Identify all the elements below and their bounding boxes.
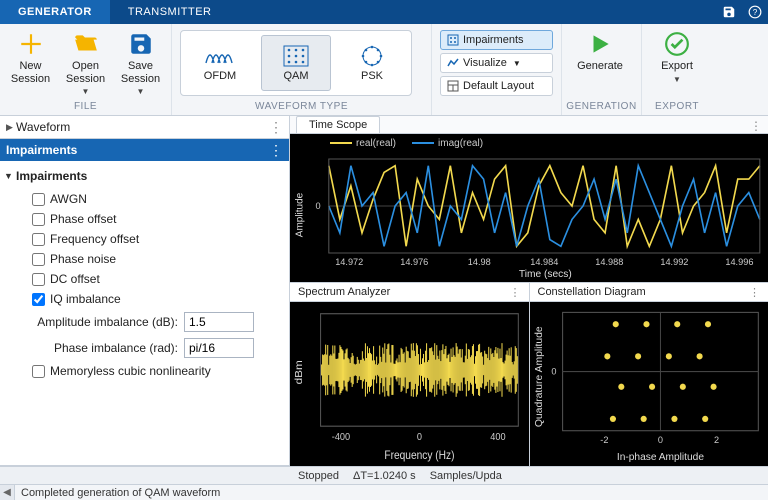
visualize-button[interactable]: Visualize▼ [440,53,553,73]
svg-text:14.984: 14.984 [530,257,558,267]
plus-icon [17,30,45,58]
svg-text:dBm: dBm [294,360,305,384]
waveform-accordion-header[interactable]: ▶ Waveform ⋮ [0,116,289,138]
iq-imbalance-checkbox[interactable]: IQ imbalance [4,289,285,309]
save-session-button[interactable]: Save Session ▼ [118,28,163,98]
open-session-button[interactable]: Open Session ▼ [63,28,108,98]
constellation-header: Constellation Diagram⋮ [530,282,768,302]
waveform-psk-button[interactable]: PSK [337,35,407,91]
frequency-offset-checkbox[interactable]: Frequency offset [4,229,285,249]
chevron-down-icon: ▼ [4,171,16,181]
waveform-ofdm-button[interactable]: OFDM [185,35,255,91]
kebab-icon[interactable]: ⋮ [749,286,760,299]
svg-text:Quadrature Amplitude: Quadrature Amplitude [534,326,545,427]
svg-text:Frequency (Hz): Frequency (Hz) [384,449,454,462]
footer-bar: ◀ Completed generation of QAM waveform [0,484,768,500]
svg-text:-400: -400 [332,432,351,444]
impairments-accordion-header[interactable]: Impairments ⋮ [0,139,289,161]
tab-generator[interactable]: GENERATOR [0,0,110,24]
svg-text:0: 0 [316,201,321,211]
export-button[interactable]: Export▼ [650,28,704,85]
status-stopped: Stopped [298,470,339,482]
amp-imbalance-label: Amplitude imbalance (dB): [32,315,178,329]
svg-text:14.996: 14.996 [725,257,753,267]
layout-icon [447,80,459,92]
chevron-down-icon: ▼ [513,59,521,68]
qam-icon [283,45,309,67]
ofdm-icon [205,45,235,67]
tab-transmitter[interactable]: TRANSMITTER [110,0,230,24]
check-circle-icon [663,30,691,58]
constellation-plot: Quadrature Amplitude 0 -2 0 2 In-phase A… [530,302,768,466]
svg-text:14.988: 14.988 [595,257,623,267]
play-icon [586,30,614,58]
footer-message: Completed generation of QAM waveform [14,485,768,500]
floppy-icon [127,30,155,58]
collapse-handle[interactable]: ◀ [0,487,14,498]
time-scope-plot: real(real) imag(real) Amplitude 0 14.972… [290,134,768,282]
main-area: ▶ Waveform ⋮ Impairments ⋮ ▼ Impairments… [0,116,768,466]
svg-text:0: 0 [417,432,423,444]
legend-imag: imag(real) [438,138,483,149]
awgn-checkbox[interactable]: AWGN [4,189,285,209]
group-label-export: EXPORT [642,101,712,115]
impairments-icon [447,34,459,46]
kebab-icon[interactable]: ⋮ [269,120,283,134]
waveform-type-box: OFDM QAM PSK [180,30,412,96]
generate-button[interactable]: Generate [570,28,630,73]
memoryless-checkbox[interactable]: Memoryless cubic nonlinearity [4,361,285,381]
group-label-file: FILE [0,101,171,115]
svg-text:0: 0 [657,435,662,445]
svg-text:14.98: 14.98 [468,257,491,267]
svg-text:14.992: 14.992 [660,257,688,267]
svg-text:In-phase Amplitude: In-phase Amplitude [616,452,703,463]
phase-noise-checkbox[interactable]: Phase noise [4,249,285,269]
right-panel: Time Scope ⋮ real(real) imag(real) Ampli… [290,116,768,466]
svg-text:400: 400 [490,432,506,444]
kebab-icon[interactable]: ⋮ [269,143,283,157]
folder-open-icon [72,30,100,58]
time-scope-tab[interactable]: Time Scope [296,116,380,133]
impairments-subheader[interactable]: ▼ Impairments [4,167,285,189]
waveform-qam-button[interactable]: QAM [261,35,331,91]
chevron-down-icon: ▼ [82,87,90,96]
spectrum-header: Spectrum Analyzer⋮ [290,282,529,302]
svg-text:0: 0 [551,367,556,377]
status-bar: Stopped ΔT=1.0240 s Samples/Upda [0,466,768,484]
svg-text:Time (secs): Time (secs) [519,269,572,279]
new-session-button[interactable]: New Session [8,28,53,85]
svg-text:Amplitude: Amplitude [294,192,305,237]
phase-imbalance-label: Phase imbalance (rad): [32,341,178,355]
time-scope-tabbar: Time Scope ⋮ [290,116,768,134]
kebab-icon[interactable]: ⋮ [750,119,762,133]
chevron-down-icon: ▼ [137,87,145,96]
phase-imbalance-input[interactable] [184,338,254,358]
impairments-toggle[interactable]: Impairments [440,30,553,50]
psk-icon [359,45,385,67]
kebab-icon[interactable]: ⋮ [510,286,521,299]
group-label-waveform: WAVEFORM TYPE [172,101,431,115]
svg-text:2: 2 [713,435,718,445]
status-dt: ΔT=1.0240 s [353,470,416,482]
svg-text:-2: -2 [600,435,608,445]
save-icon[interactable] [716,0,742,24]
chevron-right-icon: ▶ [6,122,16,133]
svg-text:?: ? [753,8,758,17]
group-label-generation: GENERATION [562,101,641,115]
chevron-down-icon: ▼ [673,75,681,84]
spectrum-plot: dBm -400 0 400 Frequency (Hz) [290,302,529,466]
main-tabbar: GENERATOR TRANSMITTER ? [0,0,768,24]
phase-offset-checkbox[interactable]: Phase offset [4,209,285,229]
ribbon: New Session Open Session ▼ Save Session … [0,24,768,116]
help-icon[interactable]: ? [742,0,768,24]
left-panel: ▶ Waveform ⋮ Impairments ⋮ ▼ Impairments… [0,116,290,466]
dc-offset-checkbox[interactable]: DC offset [4,269,285,289]
legend-real: real(real) [356,138,396,149]
status-samples: Samples/Upda [430,470,502,482]
svg-text:14.976: 14.976 [400,257,428,267]
default-layout-button[interactable]: Default Layout [440,76,553,96]
visualize-icon [447,57,459,69]
svg-text:14.972: 14.972 [335,257,363,267]
amp-imbalance-input[interactable] [184,312,254,332]
